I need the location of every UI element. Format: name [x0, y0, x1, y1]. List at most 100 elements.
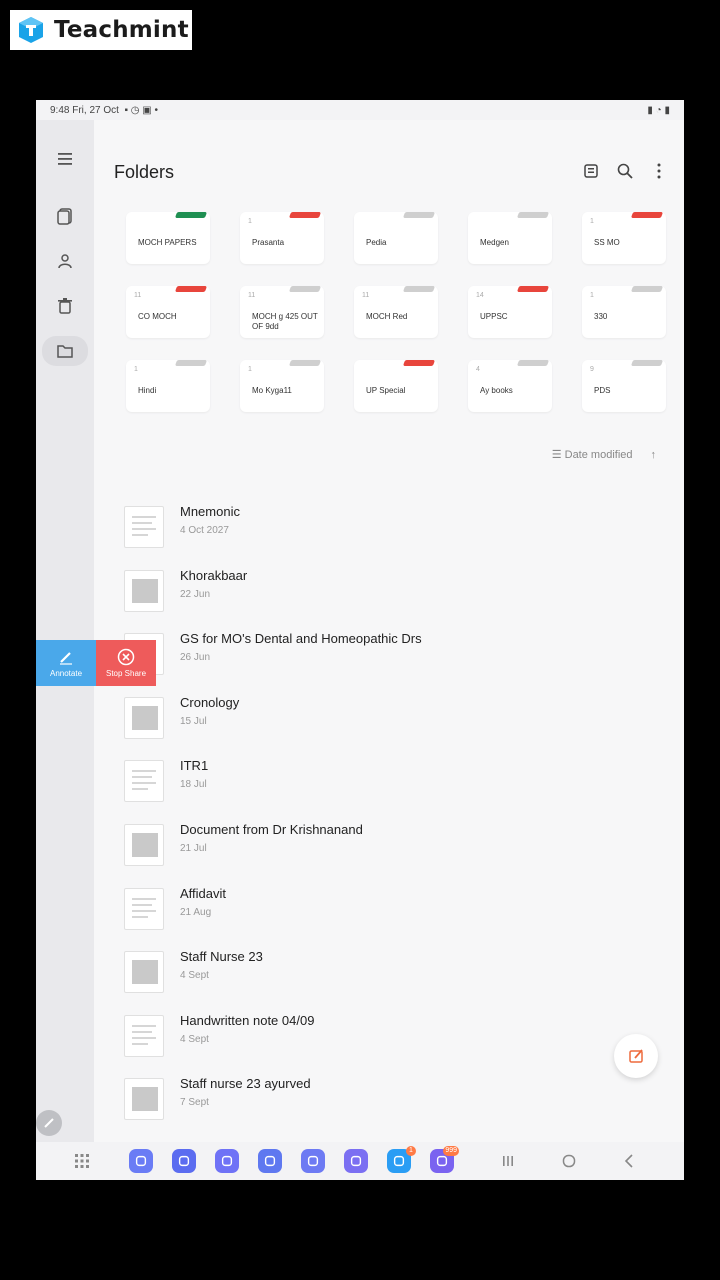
folder-card[interactable]: MOCH PAPERS [116, 208, 220, 266]
more-options-icon[interactable] [650, 162, 668, 180]
stop-share-button[interactable]: Stop Share [96, 640, 156, 686]
note-thumbnail [124, 951, 164, 993]
folder-card[interactable]: Pedia [344, 208, 448, 266]
status-bar: 9:48 Fri, 27 Oct ▪ ◷ ▣ • ▮ ◔ ▮ [36, 100, 684, 120]
folder-card[interactable]: 11 CO MOCH [116, 282, 220, 340]
note-list-item[interactable]: Mnemonic 4 Oct 2027 [124, 500, 664, 552]
screen-share-toolbar: Annotate Stop Share [36, 640, 156, 686]
note-date: 22 Jun [180, 589, 211, 600]
rail-item-folders[interactable] [42, 336, 88, 366]
folder-icon [57, 345, 73, 358]
note-title: Staff nurse 23 ayurved [180, 1076, 311, 1091]
folder-count: 1 [590, 292, 594, 299]
note-thumbnail [124, 1015, 164, 1057]
folder-name: SS MO [594, 238, 620, 247]
note-list-item[interactable]: Affidavit 21 Aug [124, 882, 664, 934]
folder-card[interactable]: UP Special [344, 356, 448, 414]
home-button[interactable] [557, 1149, 581, 1173]
folder-card[interactable]: 1 SS MO [572, 208, 676, 266]
folder-name: Ay books [480, 386, 513, 395]
recents-button[interactable] [496, 1149, 520, 1173]
pen-icon [44, 1118, 54, 1128]
note-date: 4 Sept [180, 1034, 209, 1045]
folder-card[interactable]: 11 MOCH Red [344, 282, 448, 340]
folder-name: Pedia [366, 238, 387, 247]
note-date: 18 Jul [180, 779, 207, 790]
folder-card[interactable]: 1 Mo Kyga11 [230, 356, 334, 414]
note-list-item[interactable]: Cronology 15 Jul [124, 691, 664, 743]
back-button[interactable] [618, 1149, 642, 1173]
teachmint-logo-text: Teachmint [54, 17, 189, 43]
note-title: Document from Dr Krishnanand [180, 822, 363, 837]
note-title: GS for MO's Dental and Homeopathic Drs [180, 631, 422, 646]
note-list-item[interactable]: Khorakbaar 22 Jun [124, 564, 664, 616]
annotate-label: Annotate [49, 669, 83, 678]
app-glyph [221, 1155, 233, 1167]
folder-card[interactable]: 4 Ay books [458, 356, 562, 414]
rail-item-trash[interactable] [50, 291, 80, 321]
note-date: 4 Sept [180, 970, 209, 981]
app-glyph [264, 1155, 276, 1167]
folder-card[interactable]: 11 MOCH g 425 OUT OF 9dd [230, 282, 334, 340]
folder-card[interactable]: 1 Hindi [116, 356, 220, 414]
annotate-button[interactable]: Annotate [36, 640, 96, 686]
folder-color-tab [516, 212, 550, 218]
edit-mode-icon[interactable] [582, 162, 600, 180]
note-title: Khorakbaar [180, 568, 248, 583]
folder-card[interactable]: 1 Prasanta [230, 208, 334, 266]
note-thumbnail [124, 697, 164, 739]
folder-name: MOCH g 425 OUT OF 9dd [252, 312, 318, 331]
floating-edit-bubble[interactable] [36, 1110, 62, 1136]
apps-drawer-button[interactable] [70, 1149, 94, 1173]
calendar-icon[interactable] [344, 1149, 368, 1173]
menu-button[interactable] [50, 144, 80, 174]
note-title: Affidavit [180, 886, 227, 901]
main-content: Folders MOCH PAPERS 1 Prasanta Pedia Medg [94, 120, 684, 1180]
note-title: Mnemonic [180, 504, 240, 519]
files-icon[interactable] [129, 1149, 153, 1173]
menu-icon [58, 153, 72, 165]
note-list-item[interactable]: Staff Nurse 23 4 Sept [124, 945, 664, 997]
trash-icon [58, 298, 72, 314]
folder-name: UP Special [366, 386, 406, 395]
note-list-item[interactable]: Staff nurse 23 ayurved 7 Sept [124, 1072, 664, 1124]
status-time: 9:48 Fri, 27 Oct ▪ ◷ ▣ • [50, 104, 159, 116]
note-list-item[interactable]: Handwritten note 04/09 4 Sept [124, 1009, 664, 1061]
new-note-button[interactable] [614, 1034, 658, 1078]
rail-item-notes[interactable] [50, 201, 80, 231]
app-glyph [135, 1155, 147, 1167]
folder-count: 4 [476, 366, 480, 373]
gallery-icon[interactable] [301, 1149, 325, 1173]
folder-card[interactable]: 14 UPPSC [458, 282, 562, 340]
recorder-icon[interactable]: 999 [430, 1146, 459, 1173]
folder-color-tab [630, 286, 664, 292]
play-store-icon[interactable]: 1 [387, 1146, 416, 1173]
new-note-icon [629, 1049, 643, 1063]
home-icon [562, 1154, 576, 1168]
note-title: Cronology [180, 695, 240, 710]
apps-icon[interactable] [258, 1149, 282, 1173]
notes-app-icon[interactable] [172, 1149, 196, 1173]
folder-name: PDS [594, 386, 611, 395]
app-glyph [350, 1155, 362, 1167]
note-list-item[interactable]: GS for MO's Dental and Homeopathic Drs 26… [124, 627, 664, 679]
note-list-item[interactable]: ITR1 18 Jul [124, 754, 664, 806]
folder-card[interactable]: 9 PDS [572, 356, 676, 414]
contacts-icon[interactable] [215, 1149, 239, 1173]
sort-direction-button[interactable]: ↑ [651, 449, 657, 461]
app-glyph [178, 1155, 190, 1167]
search-icon[interactable] [616, 162, 634, 180]
note-thumbnail [124, 760, 164, 802]
folder-name: Medgen [480, 238, 509, 247]
shared-icon [58, 254, 72, 269]
folder-color-tab [402, 360, 436, 366]
folder-count: 1 [134, 366, 138, 373]
folder-color-tab [402, 212, 436, 218]
sort-button[interactable]: ☰ Date modified [552, 448, 633, 461]
rail-item-shared[interactable] [50, 246, 80, 276]
note-list-item[interactable]: Document from Dr Krishnanand 21 Jul [124, 818, 664, 870]
note-thumbnail [124, 824, 164, 866]
folder-card[interactable]: Medgen [458, 208, 562, 266]
folder-count: 11 [134, 292, 142, 299]
folder-card[interactable]: 1 330 [572, 282, 676, 340]
